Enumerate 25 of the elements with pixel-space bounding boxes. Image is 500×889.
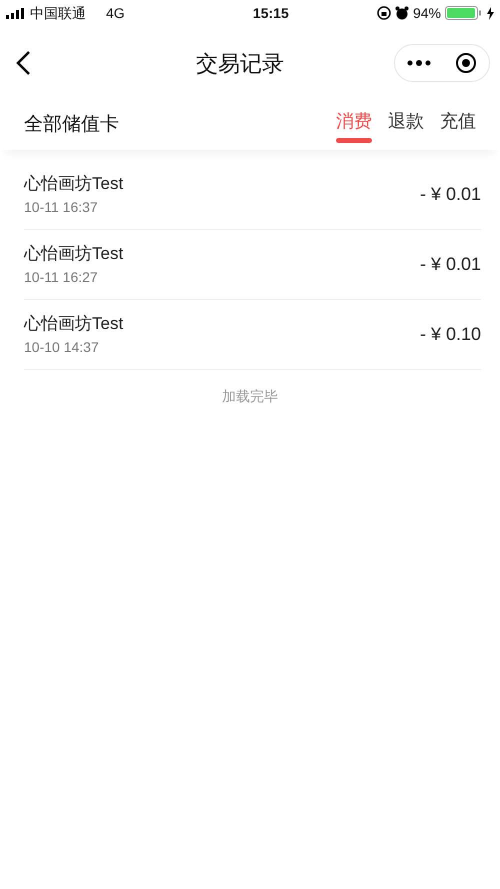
filter-tab[interactable]: 退款 <box>388 108 424 142</box>
transaction-time: 10-11 16:27 <box>24 268 99 287</box>
page-title: 交易记录 <box>196 50 284 78</box>
signal-icon <box>6 8 26 18</box>
merchant-name: 心怡画坊Test <box>24 313 124 336</box>
merchant-name: 心怡画坊Test <box>24 243 124 266</box>
card-filter-label[interactable]: 全部储值卡 <box>24 110 119 140</box>
carrier-name: 中国联通 <box>30 4 86 22</box>
network-type: 4G <box>106 4 125 22</box>
clock-time: 15:15 <box>252 4 289 22</box>
transaction-amount: - ¥ 0.01 <box>420 183 481 206</box>
merchant-name: 心怡画坊Test <box>24 173 124 196</box>
battery-percent: 94% <box>412 4 441 22</box>
charging-icon <box>487 6 494 20</box>
transaction-time: 10-10 14:37 <box>24 338 100 357</box>
filter-tab[interactable]: 消费 <box>336 108 372 142</box>
more-icon[interactable] <box>407 60 431 66</box>
transaction-amount: - ¥ 0.01 <box>420 253 481 276</box>
rotation-lock-icon <box>376 6 391 20</box>
battery-icon <box>445 6 483 20</box>
filter-tab[interactable]: 充值 <box>440 108 476 142</box>
chevron-left-icon <box>15 50 31 76</box>
transaction-amount: - ¥ 0.10 <box>420 323 481 346</box>
load-complete-text: 加载完毕 <box>222 387 278 406</box>
transaction-time: 10-11 16:37 <box>24 198 99 217</box>
